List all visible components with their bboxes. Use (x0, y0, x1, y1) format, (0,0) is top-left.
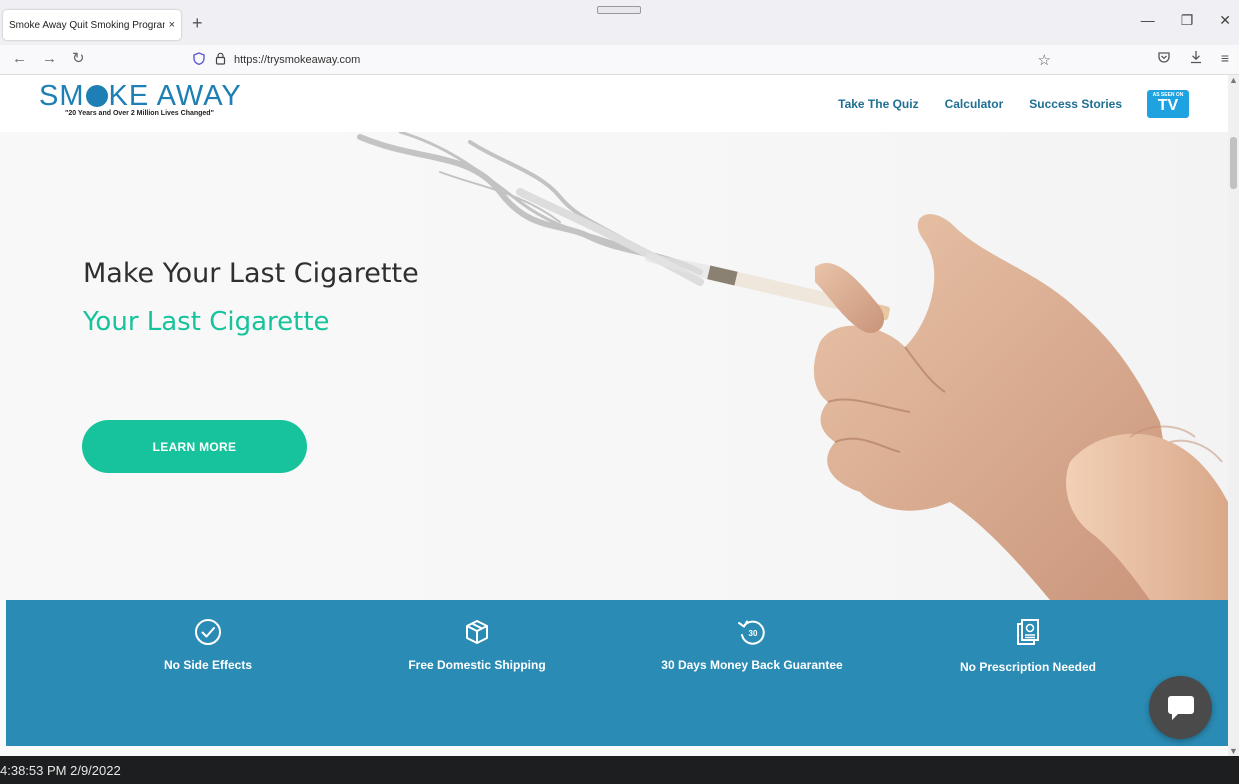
page-scrollbar[interactable]: ▲ ▼ (1228, 75, 1239, 756)
reload-icon[interactable]: ↻ (72, 50, 85, 68)
as-seen-on-tv-badge[interactable]: AS SEEN ON TV (1147, 90, 1189, 118)
download-icon[interactable] (1189, 50, 1203, 67)
browser-toolbar-right: ≡ (1157, 50, 1229, 67)
window-controls: — ❐ ✕ (1141, 12, 1231, 29)
chat-bubble-icon (1167, 695, 1194, 720)
scroll-thumb[interactable] (1230, 137, 1237, 189)
feature-label: No Prescription Needed (959, 660, 1097, 674)
os-taskbar: 4:38:53 PM 2/9/2022 (0, 756, 1239, 784)
scroll-down-icon[interactable]: ▼ (1229, 746, 1238, 756)
pocket-icon[interactable] (1157, 50, 1171, 67)
browser-nav-bar: ← → ↻ https://trysmokeaway.com ☆ ≡ (0, 45, 1239, 75)
scroll-up-icon[interactable]: ▲ (1229, 75, 1238, 85)
feature-money-back: 30 30 Days Money Back Guarantee (652, 618, 852, 675)
new-tab-icon[interactable]: + (192, 14, 203, 32)
back-icon[interactable]: ← (12, 50, 27, 68)
hero-section: Make Your Last Cigarette Your Last Cigar… (0, 132, 1228, 600)
restore-icon[interactable]: ❐ (1181, 12, 1194, 29)
forward-icon[interactable]: → (42, 50, 57, 68)
menu-icon[interactable]: ≡ (1221, 50, 1229, 67)
close-window-icon[interactable]: ✕ (1219, 12, 1231, 29)
minimize-icon[interactable]: — (1141, 12, 1155, 29)
box-icon (466, 620, 488, 644)
feature-label: 30 Days Money Back Guarantee (661, 658, 843, 672)
tab-title: Smoke Away Quit Smoking Program (9, 19, 165, 31)
chat-widget-button[interactable] (1149, 676, 1212, 739)
learn-more-button[interactable]: LEARN MORE (82, 420, 307, 473)
feature-free-shipping: Free Domestic Shipping (377, 618, 577, 675)
page-viewport: SM KE AWAY "20 Years and Over 2 Million L… (0, 75, 1228, 756)
hero-image (357, 132, 1228, 600)
logo-o-circle-icon (85, 85, 108, 107)
lock-icon[interactable] (215, 52, 226, 68)
hero-title: Make Your Last Cigarette (83, 258, 419, 289)
document-icon (1017, 619, 1039, 645)
refresh-30-icon: 30 (738, 620, 765, 645)
window-drag-handle[interactable] (597, 6, 641, 14)
logo-text-start: SM (39, 80, 85, 112)
bookmark-star-icon[interactable]: ☆ (1038, 51, 1051, 69)
browser-tab-bar: Smoke Away Quit Smoking Program × + — ❐ … (0, 0, 1239, 45)
tracking-shield-icon[interactable] (193, 52, 205, 68)
site-header: SM KE AWAY "20 Years and Over 2 Million L… (0, 75, 1228, 132)
tv-badge-big-text: TV (1157, 97, 1179, 114)
tab-close-icon[interactable]: × (169, 19, 175, 31)
features-bar: No Side Effects Free Domestic Shipping 3… (6, 600, 1228, 746)
logo-text-end: KE AWAY (108, 80, 242, 112)
url-text[interactable]: https://trysmokeaway.com (234, 54, 360, 66)
taskbar-clock: 4:38:53 PM 2/9/2022 (0, 763, 121, 778)
check-circle-icon (195, 619, 221, 645)
hero-subtitle: Your Last Cigarette (83, 307, 330, 337)
feature-label: Free Domestic Shipping (408, 658, 546, 672)
nav-calculator[interactable]: Calculator (945, 97, 1004, 111)
feature-no-prescription: No Prescription Needed (928, 618, 1128, 677)
site-logo[interactable]: SM KE AWAY "20 Years and Over 2 Million L… (39, 81, 242, 117)
address-bar[interactable]: https://trysmokeaway.com ☆ (183, 48, 1061, 72)
site-nav: Take The Quiz Calculator Success Stories (838, 97, 1122, 111)
nav-take-the-quiz[interactable]: Take The Quiz (838, 97, 918, 111)
refresh-badge-number: 30 (749, 629, 758, 638)
feature-label: No Side Effects (163, 658, 253, 672)
browser-tab-active[interactable]: Smoke Away Quit Smoking Program × (3, 10, 181, 40)
nav-success-stories[interactable]: Success Stories (1029, 97, 1122, 111)
feature-no-side-effects: No Side Effects (108, 618, 308, 675)
